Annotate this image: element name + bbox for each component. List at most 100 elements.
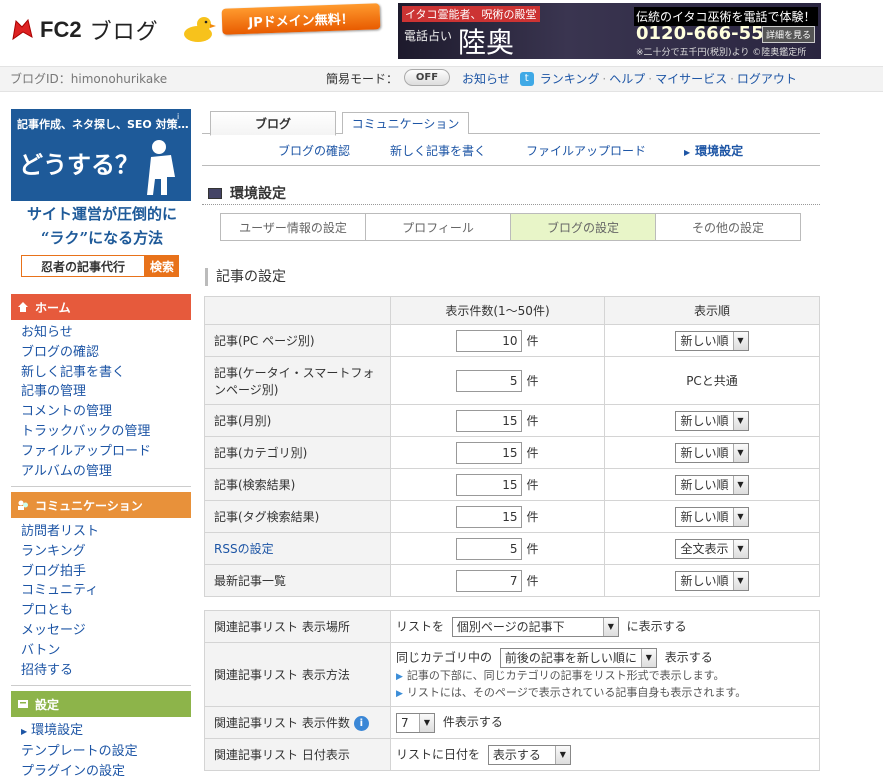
top-links: お知らせ t ランキング · ヘルプ · マイサービス · ログアウト — [462, 70, 797, 87]
sidebar-item[interactable]: 訪問者リスト — [21, 522, 191, 542]
sidebar-item[interactable]: アルバムの管理 — [21, 462, 191, 482]
sub-navigation: ブログの確認 新しく記事を書く ファイルアップロード ▶ 環境設定 — [202, 135, 820, 166]
chevron-down-icon: ▼ — [732, 539, 748, 558]
table-row: RSSの設定 5件 全文表示 ▼ — [204, 532, 820, 565]
chevron-down-icon: ▼ — [732, 411, 748, 430]
sidebar-item[interactable]: テンプレートの設定 — [21, 742, 191, 762]
row-label-cell: RSSの設定 — [204, 532, 391, 565]
count-select-value: 7 — [401, 715, 409, 730]
side-ad-search-label: 忍者の記事代行 — [21, 255, 145, 277]
duck-icon — [180, 14, 216, 44]
sidebar-item[interactable]: ランキング — [21, 542, 191, 562]
count-select[interactable]: 7 ▼ — [396, 712, 435, 733]
link-news[interactable]: お知らせ — [462, 70, 510, 87]
sidebar-item-active[interactable]: ▶ 環境設定 — [21, 721, 191, 742]
separator: · — [730, 71, 734, 86]
simple-mode-toggle[interactable]: OFF — [404, 69, 450, 86]
count-input[interactable]: 7 — [456, 569, 523, 592]
count-input[interactable]: 10 — [456, 329, 523, 352]
subtab-profile[interactable]: プロフィール — [366, 214, 511, 240]
row-label: 関連記事リスト 表示件数 — [214, 716, 350, 730]
order-select[interactable]: 新しい順 ▼ — [675, 330, 749, 351]
sidebar-settings-header[interactable]: 設定 — [11, 691, 191, 717]
sidebar-item[interactable]: 招待する — [21, 661, 191, 681]
separator: · — [648, 71, 653, 86]
sidebar-item[interactable]: トラックバックの管理 — [21, 422, 191, 442]
sidebar-item[interactable]: 記事の管理 — [21, 382, 191, 402]
subtab-other-settings[interactable]: その他の設定 — [656, 214, 800, 240]
sidebar-item[interactable]: メッセージ — [21, 621, 191, 641]
sidebar-item[interactable]: コメントの管理 — [21, 402, 191, 422]
sidebar-community-header[interactable]: コミュニケーション — [11, 492, 191, 518]
sidebar-item[interactable]: 新しく記事を書く — [21, 363, 191, 383]
unit-label: 件 — [526, 542, 539, 556]
subtab-user-info[interactable]: ユーザー情報の設定 — [221, 214, 366, 240]
sidebar-community-title: コミュニケーション — [35, 498, 143, 513]
sidebar-item[interactable]: ブログ拍手 — [21, 562, 191, 582]
tab-communication[interactable]: コミュニケーション — [342, 112, 469, 134]
sidebar-item[interactable]: ファイルアップロード — [21, 442, 191, 462]
rss-settings-link[interactable]: RSSの設定 — [214, 542, 274, 556]
place-select[interactable]: 個別ページの記事下 ▼ — [451, 616, 619, 637]
fox-logo-icon — [12, 18, 33, 41]
sidebar-item[interactable]: プラグインの設定 — [21, 762, 191, 781]
table-row: 関連記事リスト 日付表示 リストに日付を 表示する ▼ — [204, 738, 820, 771]
sidebar-item[interactable]: お知らせ — [21, 323, 191, 343]
row-label: 関連記事リスト 日付表示 — [204, 738, 391, 771]
link-help[interactable]: ヘルプ — [609, 70, 645, 87]
sidebar-item[interactable]: バトン — [21, 641, 191, 661]
table-row: 記事(カテゴリ別) 15 件 新しい順 ▼ — [204, 436, 820, 469]
tab-blog[interactable]: ブログ — [210, 111, 336, 136]
ad-detail-button[interactable]: 詳細を見る — [762, 26, 816, 43]
link-logout[interactable]: ログアウト — [737, 70, 797, 87]
subtab-blog-settings[interactable]: ブログの設定 — [511, 214, 656, 240]
sidebar-item[interactable]: コミュニティ — [21, 581, 191, 601]
top-banner-ad[interactable]: イタコ霊能者、呪術の殿堂 電話占い 陸奥 伝統のイタコ巫術を電話で体験！ 012… — [398, 3, 821, 59]
link-ranking[interactable]: ランキング — [540, 70, 600, 87]
order-select[interactable]: 新しい順 ▼ — [675, 570, 749, 591]
twitter-icon[interactable]: t — [519, 71, 534, 86]
date-select[interactable]: 表示する ▼ — [487, 744, 571, 765]
fc2-logo[interactable]: FC2 ブログ — [10, 12, 159, 48]
ad-price: ※二十分で五千円(税別)より ©陸奥鑑定所 — [636, 48, 807, 58]
table-row: 記事(検索結果) 15 件 新しい順 ▼ — [204, 468, 820, 501]
order-select[interactable]: 新しい順 ▼ — [675, 410, 749, 431]
count-input[interactable]: 15 — [456, 441, 523, 464]
ad-line2: 電話占い — [404, 29, 453, 43]
sidebar-home-list: お知らせ ブログの確認 新しく記事を書く 記事の管理 コメントの管理 トラックバ… — [21, 323, 191, 481]
place-prefix: リストを — [396, 619, 445, 633]
count-input[interactable]: 15 — [456, 409, 523, 432]
subnav-blog-check[interactable]: ブログの確認 — [278, 142, 350, 159]
info-icon[interactable]: i — [353, 716, 369, 731]
method-select[interactable]: 前後の記事を新しい順に ▼ — [499, 647, 657, 668]
subnav-file-upload[interactable]: ファイルアップロード — [526, 142, 646, 159]
subnav-new-post[interactable]: 新しく記事を書く — [390, 142, 486, 159]
count-input[interactable]: 5 — [456, 369, 523, 392]
count-input[interactable]: 5 — [456, 537, 523, 560]
sidebar-item[interactable]: ブログの確認 — [21, 343, 191, 363]
table-row: 記事(PC ページ別) 10 件 新しい順 ▼ — [204, 324, 820, 357]
ad-info-icon[interactable]: i — [177, 112, 187, 122]
arrow-right-icon: ▶ — [21, 727, 28, 736]
row-label: 記事(PC ページ別) — [204, 324, 391, 357]
settings-icon — [17, 698, 29, 710]
order-select[interactable]: 全文表示 ▼ — [675, 538, 749, 559]
side-ad-search-button[interactable]: 検索 — [145, 255, 179, 277]
logo-sub: ブログ — [89, 20, 159, 45]
subnav-env-settings[interactable]: ▶ 環境設定 — [684, 142, 743, 159]
count-input[interactable]: 15 — [456, 505, 523, 528]
chevron-down-icon: ▼ — [732, 331, 748, 350]
order-select[interactable]: 新しい順 ▼ — [675, 442, 749, 463]
order-select[interactable]: 新しい順 ▼ — [675, 474, 749, 495]
link-myservice[interactable]: マイサービス — [655, 70, 727, 87]
chevron-down-icon: ▼ — [554, 745, 570, 764]
sidebar-item-label: 環境設定 — [31, 723, 84, 738]
order-select[interactable]: 新しい順 ▼ — [675, 506, 749, 527]
jp-domain-badge[interactable]: JPドメイン無料！ — [221, 3, 381, 35]
count-input[interactable]: 15 — [456, 473, 523, 496]
order-select-value: 新しい順 — [680, 510, 729, 524]
sidebar-ad[interactable]: 記事作成、ネタ探し、SEO 対策… i どうする？ サイト運営が圧倒的に “ラク… — [11, 109, 191, 290]
sidebar-home-header[interactable]: ホーム — [11, 294, 191, 320]
sidebar-item[interactable]: プロとも — [21, 601, 191, 621]
note-text: 記事の下部に、同じカテゴリの記事をリスト形式で表示します。 — [406, 668, 725, 682]
